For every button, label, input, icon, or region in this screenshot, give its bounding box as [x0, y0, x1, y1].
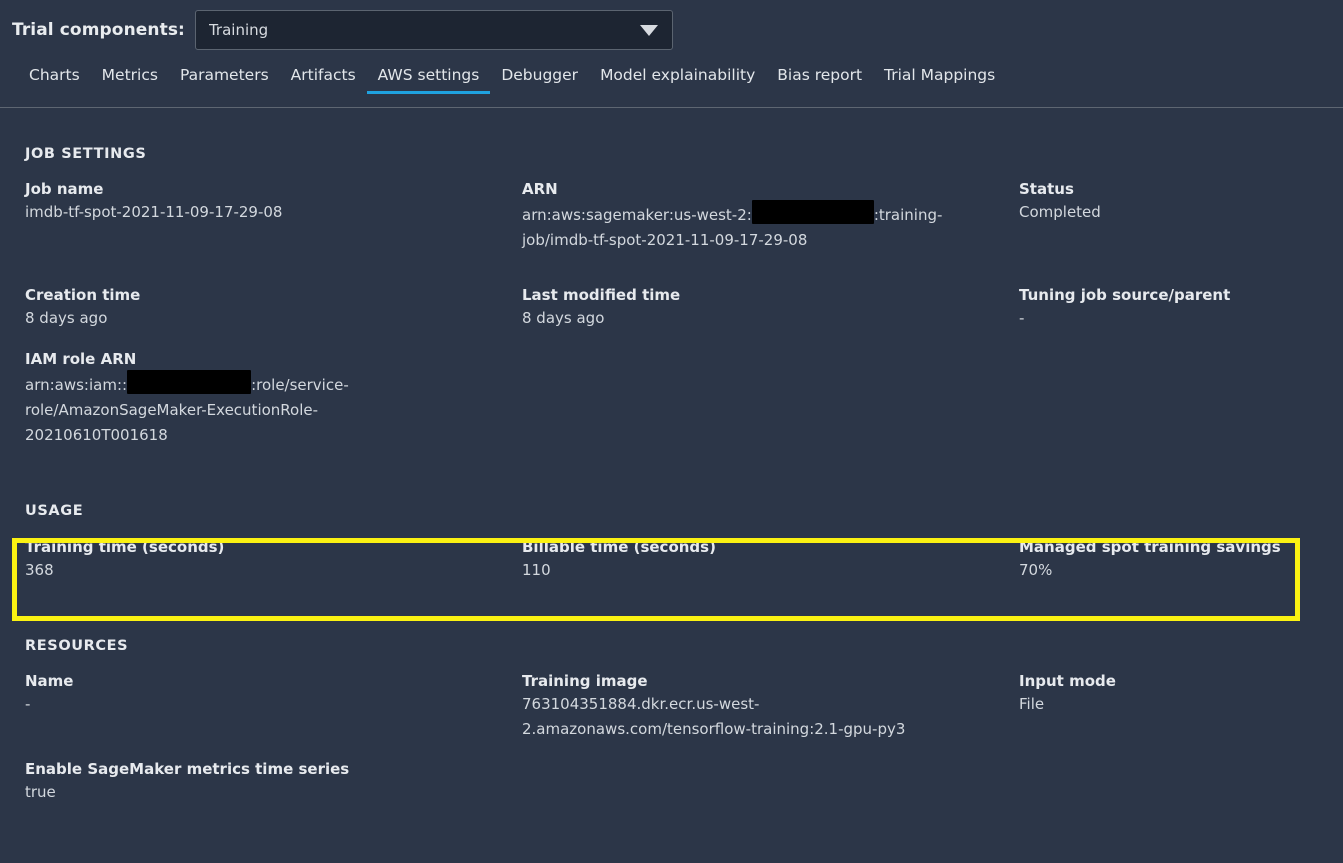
field-last-modified-time: Last modified time 8 days ago	[522, 284, 1019, 331]
field-metrics-time-series-label: Enable SageMaker metrics time series	[25, 760, 350, 778]
field-iam-role-arn-value: arn:aws:iam:::role/service-role/AmazonSa…	[25, 370, 375, 448]
field-billable-time-value: 110	[522, 561, 551, 579]
status-badge: Completed	[1019, 203, 1101, 221]
field-training-time-label: Training time (seconds)	[25, 538, 225, 556]
field-spot-savings-label: Managed spot training savings	[1019, 538, 1281, 556]
tab-model-explainability[interactable]: Model explainability	[589, 60, 766, 98]
field-job-name-value: imdb-tf-spot-2021-11-09-17-29-08	[25, 203, 283, 221]
field-training-image-label: Training image	[522, 672, 648, 690]
job-settings-row-1: Job name imdb-tf-spot-2021-11-09-17-29-0…	[12, 178, 1331, 253]
resources-row-1: Name - Training image 763104351884.dkr.e…	[12, 670, 1331, 742]
field-resource-name-value: -	[25, 695, 31, 713]
tab-artifacts[interactable]: Artifacts	[280, 60, 367, 98]
field-training-time-value: 368	[25, 561, 54, 579]
section-title-job-settings: JOB SETTINGS	[25, 146, 147, 162]
field-tuning-job-source: Tuning job source/parent -	[1019, 284, 1343, 331]
section-title-usage: USAGE	[25, 503, 84, 519]
field-training-image-value: 763104351884.dkr.ecr.us-west-2.amazonaws…	[522, 695, 906, 738]
field-tuning-job-source-value: -	[1019, 309, 1025, 327]
tab-trial-mappings[interactable]: Trial Mappings	[873, 60, 1006, 98]
tab-charts[interactable]: Charts	[18, 60, 91, 98]
field-billable-time: Billable time (seconds) 110	[522, 536, 1019, 583]
field-job-name: Job name imdb-tf-spot-2021-11-09-17-29-0…	[25, 178, 522, 253]
redaction-box-iam-account-id	[127, 370, 252, 394]
field-creation-time-value: 8 days ago	[25, 309, 108, 327]
chevron-down-icon[interactable]	[639, 24, 658, 36]
aws-settings-panel: JOB SETTINGS Job name imdb-tf-spot-2021-…	[0, 108, 1343, 863]
tab-metrics[interactable]: Metrics	[91, 60, 169, 98]
field-arn: ARN arn:aws:sagemaker:us-west-2::trainin…	[522, 178, 1019, 253]
usage-row: Training time (seconds) 368 Billable tim…	[12, 536, 1331, 583]
field-arn-value: arn:aws:sagemaker:us-west-2::training-jo…	[522, 200, 977, 253]
resources-row-2: Enable SageMaker metrics time series tru…	[12, 758, 1331, 805]
field-iam-role-arn-value-prefix: arn:aws:iam::	[25, 376, 128, 394]
tab-debugger[interactable]: Debugger	[490, 60, 589, 98]
tab-bar: Charts Metrics Parameters Artifacts AWS …	[0, 60, 1343, 108]
field-creation-time: Creation time 8 days ago	[25, 284, 522, 331]
tab-parameters[interactable]: Parameters	[169, 60, 280, 98]
trial-component-select[interactable]: Training	[194, 10, 673, 50]
field-spot-savings: Managed spot training savings 70%	[1019, 536, 1343, 583]
trial-components-header: Trial components: Training	[0, 0, 1343, 60]
field-status: Status Completed	[1019, 178, 1343, 253]
field-creation-time-label: Creation time	[25, 286, 141, 304]
job-settings-row-3: IAM role ARN arn:aws:iam:::role/service-…	[12, 348, 1331, 448]
field-iam-role-arn: IAM role ARN arn:aws:iam:::role/service-…	[25, 348, 522, 448]
field-status-label: Status	[1019, 180, 1074, 198]
field-metrics-time-series: Enable SageMaker metrics time series tru…	[25, 758, 645, 805]
field-billable-time-label: Billable time (seconds)	[522, 538, 716, 556]
trial-components-label: Trial components:	[12, 20, 185, 40]
field-input-mode-label: Input mode	[1019, 672, 1116, 690]
section-title-resources: RESOURCES	[25, 638, 129, 654]
field-metrics-time-series-value: true	[25, 783, 56, 801]
redaction-box-account-id	[751, 200, 874, 224]
trial-component-select-wrapper[interactable]: Training	[194, 10, 673, 50]
field-training-time: Training time (seconds) 368	[25, 536, 522, 583]
tab-aws-settings[interactable]: AWS settings	[366, 60, 491, 98]
field-job-name-label: Job name	[25, 180, 104, 198]
trial-component-select-value: Training	[208, 21, 269, 39]
field-resource-name-label: Name	[25, 672, 74, 690]
tab-bias-report[interactable]: Bias report	[766, 60, 873, 98]
field-arn-label: ARN	[522, 180, 558, 198]
field-input-mode: Input mode File	[1019, 670, 1343, 742]
field-arn-value-prefix: arn:aws:sagemaker:us-west-2:	[522, 206, 752, 224]
field-training-image: Training image 763104351884.dkr.ecr.us-w…	[522, 670, 1019, 742]
field-tuning-job-source-label: Tuning job source/parent	[1019, 286, 1231, 304]
job-settings-row-2: Creation time 8 days ago Last modified t…	[12, 284, 1331, 331]
field-spot-savings-value: 70%	[1019, 561, 1053, 579]
field-last-modified-time-value: 8 days ago	[522, 309, 605, 327]
field-iam-role-arn-label: IAM role ARN	[25, 350, 137, 368]
field-resource-name: Name -	[25, 670, 522, 742]
field-last-modified-time-label: Last modified time	[522, 286, 681, 304]
field-input-mode-value: File	[1019, 695, 1045, 713]
